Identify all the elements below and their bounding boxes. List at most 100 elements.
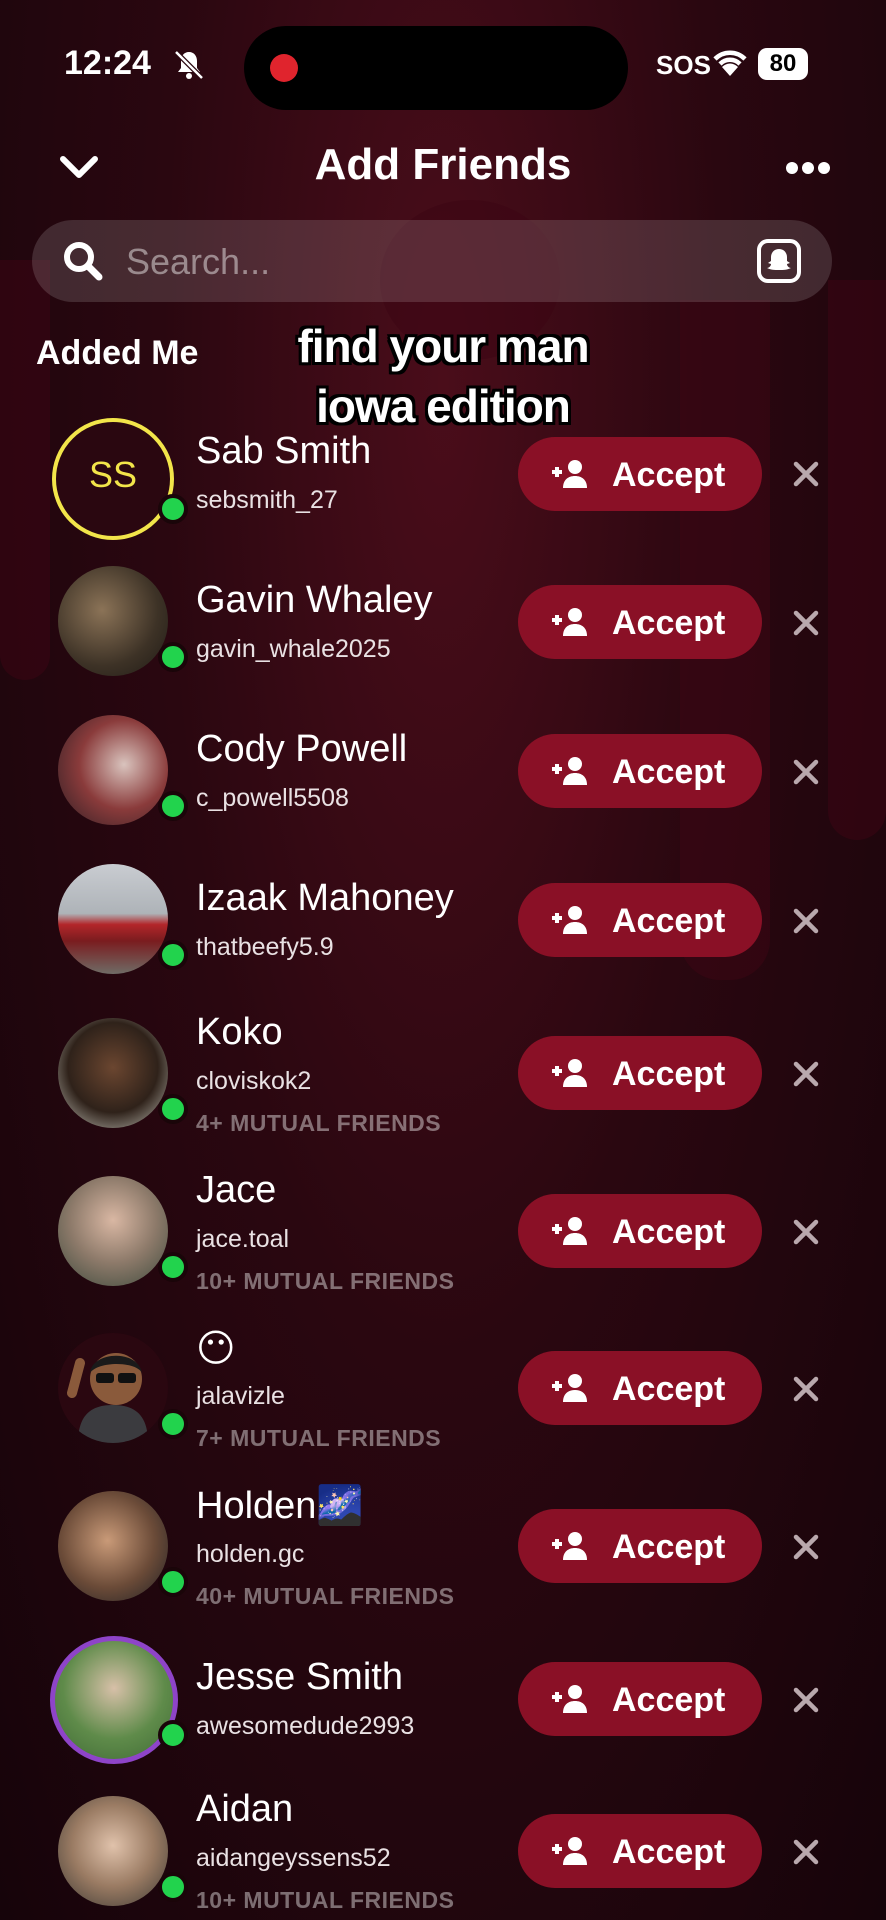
add-friend-icon	[552, 1532, 587, 1560]
caption-line: find your man	[297, 320, 589, 372]
avatar[interactable]: SS	[52, 418, 174, 540]
accept-label: Accept	[612, 604, 726, 642]
close-icon[interactable]	[792, 609, 820, 637]
page-title: Add Friends	[314, 140, 572, 189]
status-time: 12:24	[64, 44, 151, 82]
add-friend-icon	[552, 1059, 587, 1087]
bg-drip	[828, 280, 886, 840]
friend-username: gavin_whale2025	[196, 635, 391, 663]
search-input[interactable]	[124, 234, 688, 290]
accept-label: Accept	[612, 1370, 726, 1408]
accept-button[interactable]: Accept	[518, 1194, 762, 1268]
online-indicator	[158, 494, 188, 524]
add-friend-icon	[552, 460, 587, 488]
add-friend-icon	[552, 608, 587, 636]
add-friend-icon	[552, 1685, 587, 1713]
accept-button[interactable]: Accept	[518, 1351, 762, 1425]
online-indicator	[158, 1094, 188, 1124]
close-icon[interactable]	[792, 758, 820, 786]
close-icon[interactable]	[792, 907, 820, 935]
friend-username: holden.gc	[196, 1540, 305, 1568]
avatar[interactable]	[58, 566, 168, 676]
search-bar[interactable]	[32, 220, 832, 302]
online-indicator	[158, 1720, 188, 1750]
avatar[interactable]	[58, 1333, 168, 1443]
avatar[interactable]	[58, 715, 168, 825]
add-friend-icon	[552, 1837, 587, 1865]
add-friend-icon	[552, 1217, 587, 1245]
friend-username: sebsmith_27	[196, 486, 338, 514]
bg-drip	[0, 260, 50, 680]
accept-label: Accept	[612, 456, 726, 494]
friend-name: Jesse Smith	[196, 1656, 403, 1698]
add-friend-icon	[552, 1374, 587, 1402]
friend-name: 😶	[196, 1328, 236, 1370]
close-icon[interactable]	[792, 1686, 820, 1714]
friend-name: Sab Smith	[196, 430, 372, 472]
sos-indicator: SOS	[656, 50, 711, 80]
mutual-friends: 7+ MUTUAL FRIENDS	[196, 1425, 442, 1451]
online-indicator	[158, 1872, 188, 1902]
accept-button[interactable]: Accept	[518, 1036, 762, 1110]
friend-username: aidangeyssens52	[196, 1844, 391, 1872]
accept-button[interactable]: Accept	[518, 437, 762, 511]
close-icon[interactable]	[792, 460, 820, 488]
accept-button[interactable]: Accept	[518, 1509, 762, 1583]
accept-label: Accept	[612, 902, 726, 940]
avatar[interactable]	[58, 1176, 168, 1286]
online-indicator	[158, 940, 188, 970]
snapcode-scan-icon[interactable]	[756, 238, 802, 284]
online-indicator	[158, 791, 188, 821]
wifi-icon	[713, 50, 747, 76]
mutual-friends: 10+ MUTUAL FRIENDS	[196, 1268, 455, 1294]
friend-name: Cody Powell	[196, 728, 408, 770]
friend-name: Gavin Whaley	[196, 579, 433, 621]
friend-username: cloviskok2	[196, 1067, 312, 1095]
friend-name: Holden🌌	[196, 1485, 364, 1527]
section-added-me: Added Me	[36, 334, 199, 372]
accept-button[interactable]: Accept	[518, 585, 762, 659]
mutual-friends: 40+ MUTUAL FRIENDS	[196, 1583, 455, 1609]
battery-indicator: 80	[758, 48, 808, 80]
mutual-friends: 10+ MUTUAL FRIENDS	[196, 1887, 455, 1913]
accept-label: Accept	[612, 1528, 726, 1566]
friend-username: c_powell5508	[196, 784, 349, 812]
friend-name: Koko	[196, 1011, 283, 1053]
avatar[interactable]	[58, 1491, 168, 1601]
online-indicator	[158, 1567, 188, 1597]
status-bar: 12:24 SOS 80	[0, 0, 886, 120]
dynamic-island	[244, 26, 628, 110]
close-icon[interactable]	[792, 1533, 820, 1561]
accept-label: Accept	[612, 1055, 726, 1093]
accept-label: Accept	[612, 1833, 726, 1871]
close-icon[interactable]	[792, 1838, 820, 1866]
close-icon[interactable]	[792, 1060, 820, 1088]
avatar[interactable]	[58, 1796, 168, 1906]
friend-username: jace.toal	[196, 1225, 290, 1253]
accept-label: Accept	[612, 1213, 726, 1251]
mutual-friends: 4+ MUTUAL FRIENDS	[196, 1110, 442, 1136]
accept-button[interactable]: Accept	[518, 1662, 762, 1736]
online-indicator	[158, 1409, 188, 1439]
close-icon[interactable]	[792, 1375, 820, 1403]
accept-label: Accept	[612, 753, 726, 791]
friend-name: Aidan	[196, 1788, 294, 1830]
search-icon	[64, 242, 103, 281]
add-friend-icon	[552, 906, 587, 934]
accept-button[interactable]: Accept	[518, 883, 762, 957]
friend-name: Jace	[196, 1169, 277, 1211]
caption-line: iowa edition	[316, 380, 571, 432]
accept-button[interactable]: Accept	[518, 734, 762, 808]
avatar[interactable]	[50, 1636, 178, 1764]
overlay-caption: find your man iowa edition	[220, 316, 666, 436]
avatar[interactable]	[58, 1018, 168, 1128]
add-friend-icon	[552, 757, 587, 785]
online-indicator	[158, 642, 188, 672]
close-icon[interactable]	[792, 1218, 820, 1246]
friend-username: awesomedude2993	[196, 1712, 415, 1740]
friend-name: Izaak Mahoney	[196, 877, 454, 919]
more-options-icon[interactable]	[784, 158, 832, 178]
accept-button[interactable]: Accept	[518, 1814, 762, 1888]
avatar[interactable]	[58, 864, 168, 974]
friend-username: thatbeefy5.9	[196, 933, 334, 961]
